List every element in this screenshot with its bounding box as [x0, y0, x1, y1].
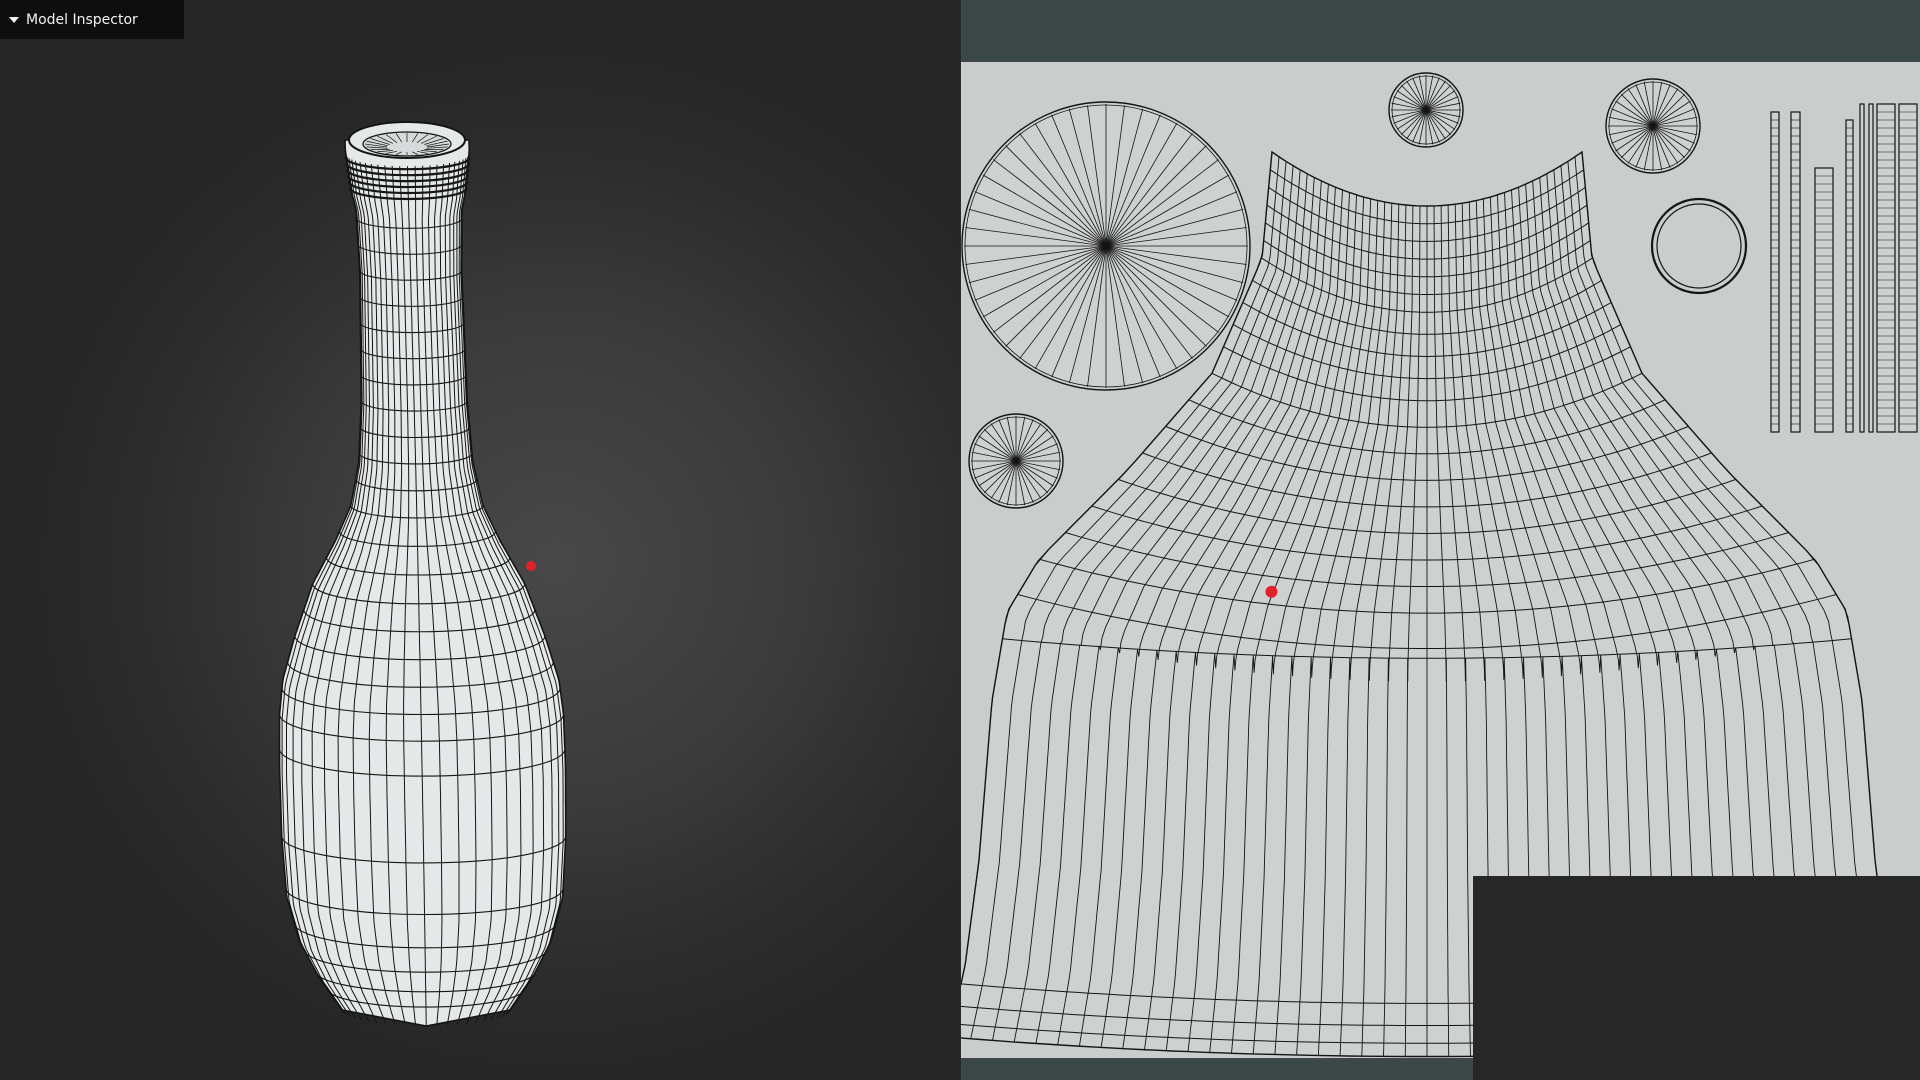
uv-thread-strip-island: [1859, 103, 1865, 433]
model-inspector-panel-header[interactable]: Model Inspector: [0, 0, 184, 39]
uv-thread-strip-island: [1868, 103, 1874, 433]
selected-uv-marker: [1265, 585, 1278, 598]
3d-viewport[interactable]: [0, 0, 960, 1080]
bottle-silhouette: [278, 139, 567, 1027]
uv-empty-region: [1473, 876, 1920, 1080]
uv-thread-strip-island: [1845, 119, 1854, 433]
uv-editor[interactable]: [961, 0, 1920, 1080]
uv-thread-strip-island: [1814, 167, 1834, 433]
uv-thread-strip-island: [1898, 103, 1918, 433]
triangle-down-icon[interactable]: [9, 16, 19, 23]
panel-title: Model Inspector: [26, 11, 138, 28]
bottle-wireframe-mesh[interactable]: [0, 0, 960, 1080]
selected-vertex-marker: [526, 561, 536, 571]
uv-thread-strip-island: [1876, 103, 1896, 433]
